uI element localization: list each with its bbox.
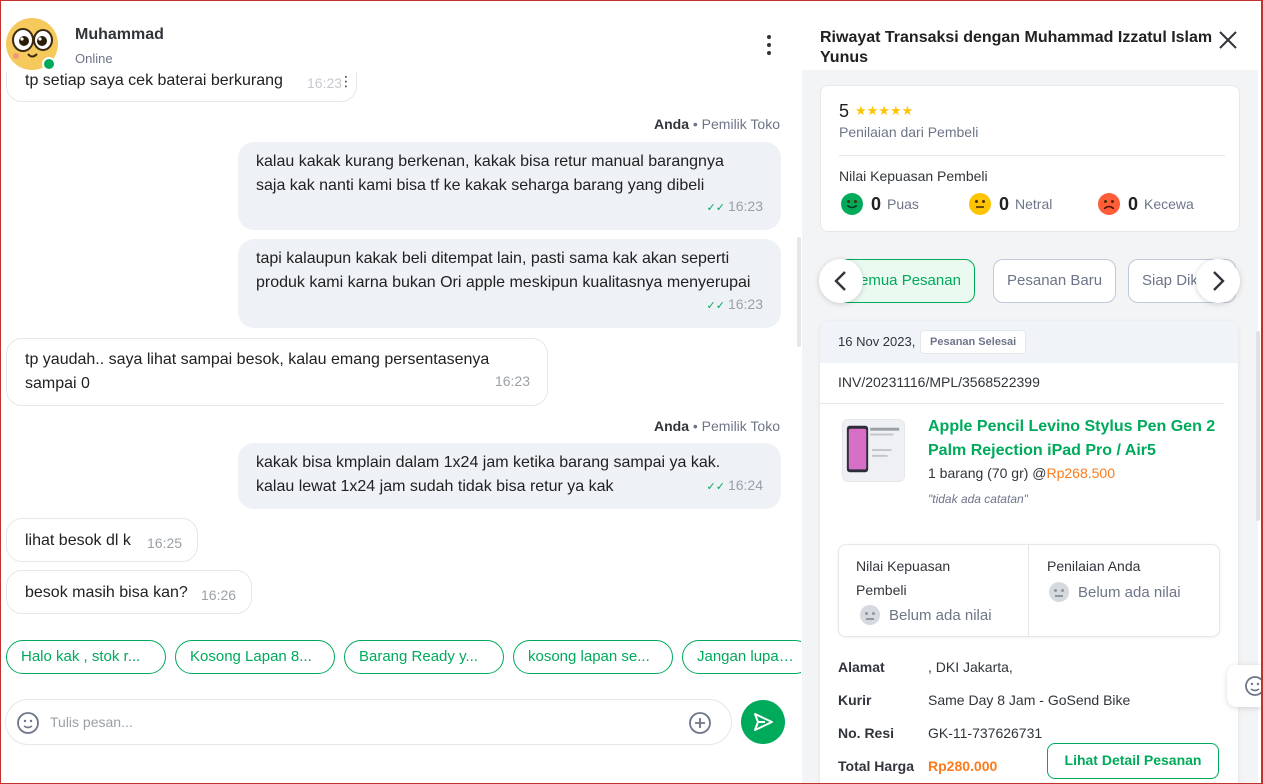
rating-subtitle: Penilaian dari Pembeli: [839, 124, 979, 140]
sender-role: • Pemilik Toko: [692, 418, 780, 434]
message-incoming: lihat besok dl k 16:25: [6, 518, 198, 562]
panel-scrollbar[interactable]: [1256, 331, 1260, 521]
sender-name: Anda: [653, 116, 689, 132]
satisfaction-kecewa: 0 Kecewa: [1098, 192, 1194, 216]
double-check-icon: ✓✓: [706, 481, 725, 493]
message-time: ✓✓ 16:23: [706, 296, 763, 312]
product-price: Rp268.500: [1046, 465, 1116, 481]
neutral-face-icon: [969, 193, 991, 215]
emoji-icon[interactable]: [1227, 665, 1263, 707]
satisfaction-puas: 0 Puas: [841, 192, 919, 216]
neutral-face-icon: [860, 605, 880, 625]
message-text: tp yaudah.. saya lihat sampai besok, kal…: [25, 351, 490, 392]
quick-reply-chip[interactable]: Jangan lupa Kli: [682, 640, 801, 674]
buyer-satisfaction-title: Nilai Kepuasan Pembeli: [856, 558, 951, 598]
message-time: ✓✓ 16:23: [706, 198, 763, 214]
divider: [820, 403, 1224, 404]
order-header: 16 Nov 2023, Pesanan Selesai: [820, 321, 1238, 363]
message-text: kakak bisa kmplain dalam 1x24 jam ketika…: [256, 454, 721, 495]
satisfaction-label: Kecewa: [1144, 196, 1194, 212]
product-name-link[interactable]: Apple Pencil Levino Stylus Pen Gen 2 Pal…: [928, 415, 1228, 463]
chat-pane: tp setiap saya cek baterai berkurang 16:…: [2, 2, 801, 783]
sender-role: • Pemilik Toko: [692, 116, 780, 132]
message-options-icon[interactable]: ⋮: [339, 69, 353, 93]
product-thumbnail[interactable]: [842, 419, 905, 482]
sticker-icon[interactable]: [16, 711, 40, 735]
satisfaction-title: Nilai Kepuasan Pembeli: [839, 168, 988, 184]
chat-scrollbar[interactable]: [797, 237, 801, 347]
quick-reply-chip[interactable]: Barang Ready y...: [344, 640, 504, 674]
order-note: "tidak ada catatan": [928, 492, 1028, 506]
quick-reply-chip[interactable]: Halo kak , stok r...: [6, 640, 166, 674]
order-tabs: Semua Pesanan Pesanan Baru Siap Dikirim: [820, 259, 1240, 303]
order-date: 16 Nov 2023,: [838, 334, 916, 349]
sad-face-icon: [1098, 193, 1120, 215]
double-check-icon: ✓✓: [706, 202, 725, 214]
sender-label: Anda • Pemilik Toko: [562, 418, 780, 434]
buyer-satisfaction-value: Belum ada nilai: [860, 605, 992, 625]
message-outgoing: tapi kalaupun kakak beli ditempat lain, …: [238, 239, 781, 328]
message-text: besok masih bisa kan?: [25, 584, 188, 601]
order-card: 16 Nov 2023, Pesanan Selesai INV/2023111…: [820, 321, 1238, 783]
app-frame: tp setiap saya cek baterai berkurang 16:…: [0, 0, 1263, 784]
product-quantity: 1 barang (70 gr) @Rp268.500: [928, 465, 1116, 481]
your-rating-value[interactable]: Belum ada nilai: [1049, 582, 1181, 602]
message-incoming: besok masih bisa kan? 16:26: [6, 570, 252, 614]
chevron-right-icon[interactable]: [1196, 259, 1240, 303]
satisfaction-netral: 0 Netral: [969, 192, 1052, 216]
message-outgoing: kakak bisa kmplain dalam 1x24 jam ketika…: [238, 443, 781, 509]
sender-name: Anda: [653, 418, 689, 434]
message-time: 16:26: [201, 587, 237, 603]
message-text: tp setiap saya cek baterai berkurang: [25, 72, 283, 89]
satisfaction-count: 0: [1128, 193, 1139, 214]
message-time: 16:25: [147, 535, 183, 551]
satisfaction-count: 0: [871, 193, 882, 214]
satisfaction-label: Netral: [1015, 196, 1053, 212]
message-time: 16:23: [307, 75, 343, 91]
panel-title: Riwayat Transaksi dengan Muhammad Izzatu…: [820, 29, 1213, 66]
message-input[interactable]: [50, 711, 650, 733]
message-time: 16:23: [494, 373, 530, 389]
double-check-icon: ✓✓: [706, 300, 725, 312]
divider: [839, 155, 1225, 156]
quick-reply-chip[interactable]: kosong lapan se...: [513, 640, 673, 674]
more-options-icon[interactable]: [757, 32, 781, 60]
tab-pesanan-baru[interactable]: Pesanan Baru: [993, 259, 1117, 303]
message-text: kalau kakak kurang berkenan, kakak bisa …: [256, 153, 724, 194]
satisfaction-label: Puas: [887, 196, 919, 212]
message-outgoing: kalau kakak kurang berkenan, kakak bisa …: [238, 142, 781, 230]
rating-card: 5 ★★★★★ Penilaian dari Pembeli Nilai Kep…: [820, 85, 1240, 232]
quick-replies: Halo kak , stok r... Kosong Lapan 8... B…: [6, 640, 801, 676]
rating-score: 5: [839, 101, 850, 121]
message-time: ✓✓ 16:24: [706, 477, 763, 493]
chevron-left-icon[interactable]: [819, 259, 863, 303]
invoice-number[interactable]: INV/20231116/MPL/3568522399: [838, 374, 1040, 390]
add-attachment-icon[interactable]: [688, 711, 712, 735]
view-order-detail-button[interactable]: Lihat Detail Pesanan: [1047, 743, 1219, 779]
sender-label: Anda • Pemilik Toko: [562, 116, 780, 132]
message-composer: [5, 699, 732, 745]
transaction-panel: Riwayat Transaksi dengan Muhammad Izzatu…: [802, 10, 1258, 783]
send-button[interactable]: [741, 700, 785, 744]
message-incoming: tp yaudah.. saya lihat sampai besok, kal…: [6, 338, 548, 406]
message-text: tapi kalaupun kakak beli ditempat lain, …: [256, 250, 751, 291]
happy-face-icon: [841, 193, 863, 215]
status-badge: Pesanan Selesai: [920, 330, 1027, 354]
order-satisfaction-box: Nilai Kepuasan Pembeli Belum ada nilai P…: [838, 544, 1220, 637]
online-indicator: [42, 57, 56, 71]
divider: [1028, 545, 1029, 636]
message-text: lihat besok dl k: [25, 532, 131, 549]
satisfaction-count: 0: [999, 193, 1010, 214]
star-rating-icon: ★★★★★: [855, 103, 914, 118]
quick-reply-chip[interactable]: Kosong Lapan 8...: [175, 640, 335, 674]
neutral-face-icon: [1049, 582, 1069, 602]
contact-status: Online: [75, 51, 113, 66]
your-rating-title: Penilaian Anda: [1047, 558, 1141, 574]
contact-name: Muhammad: [75, 26, 164, 43]
chat-header: Muhammad Online: [2, 2, 801, 72]
close-icon[interactable]: [1217, 29, 1239, 51]
